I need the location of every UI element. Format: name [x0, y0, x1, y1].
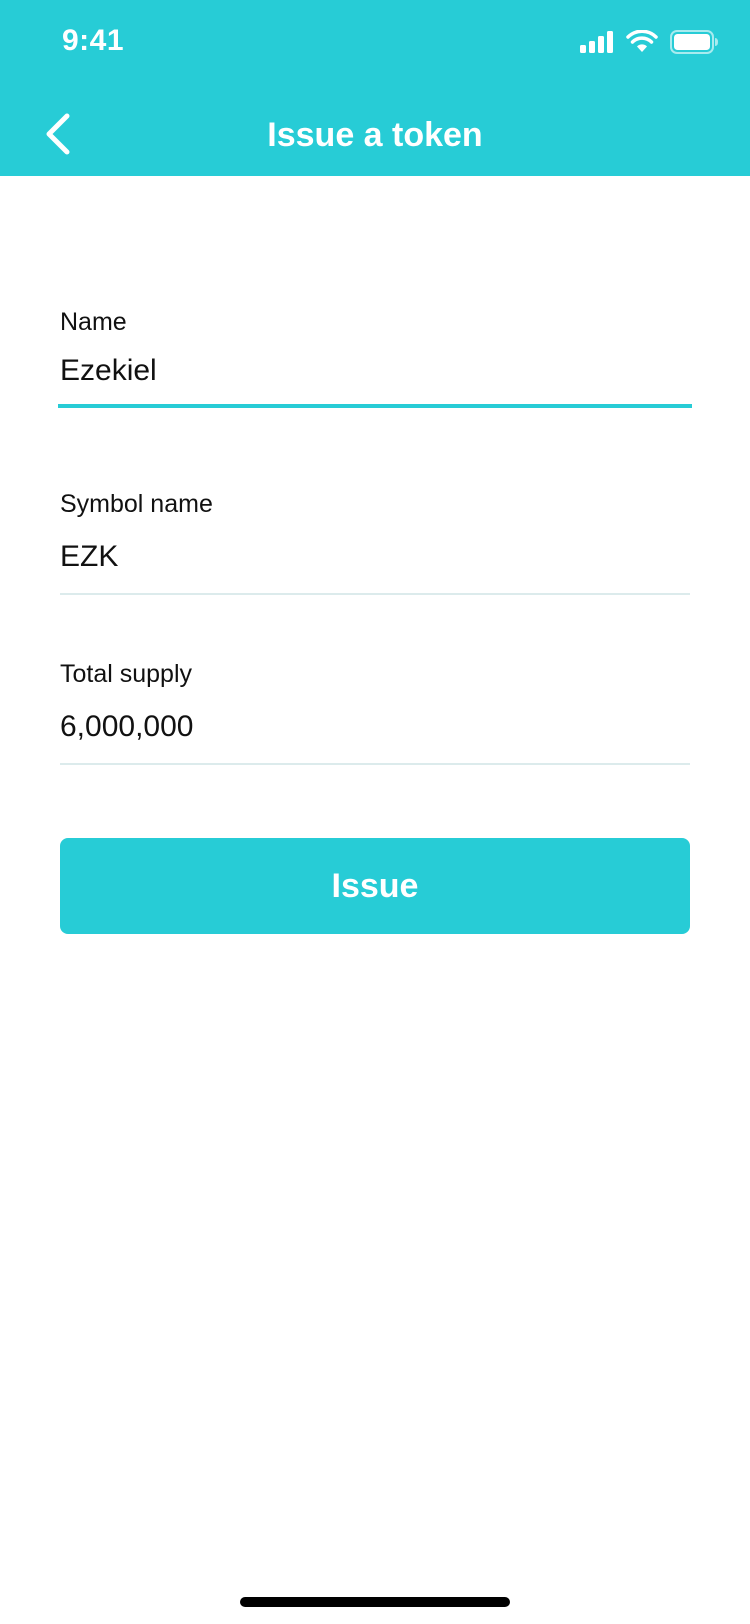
symbol-input[interactable] [60, 540, 690, 574]
name-underline-active [58, 404, 692, 408]
symbol-label: Symbol name [60, 490, 213, 518]
symbol-underline [60, 593, 690, 595]
supply-label: Total supply [60, 660, 193, 688]
name-input[interactable] [60, 354, 690, 388]
header-bar: 9:41 Issue a token [0, 0, 750, 176]
wifi-icon [626, 29, 658, 59]
issue-token-screen: 9:41 Issue a token Name Ezekiel Symbol n… [0, 0, 750, 1624]
status-time: 9:41 [62, 24, 125, 57]
supply-input[interactable] [60, 710, 690, 744]
supply-underline [60, 763, 690, 765]
signal-icon [580, 31, 614, 58]
name-label: Name [60, 308, 127, 336]
status-icons [580, 29, 718, 59]
home-indicator [240, 1597, 510, 1607]
issue-button[interactable]: Issue [60, 838, 690, 934]
battery-icon [670, 30, 718, 59]
page-title: Issue a token [267, 116, 483, 154]
